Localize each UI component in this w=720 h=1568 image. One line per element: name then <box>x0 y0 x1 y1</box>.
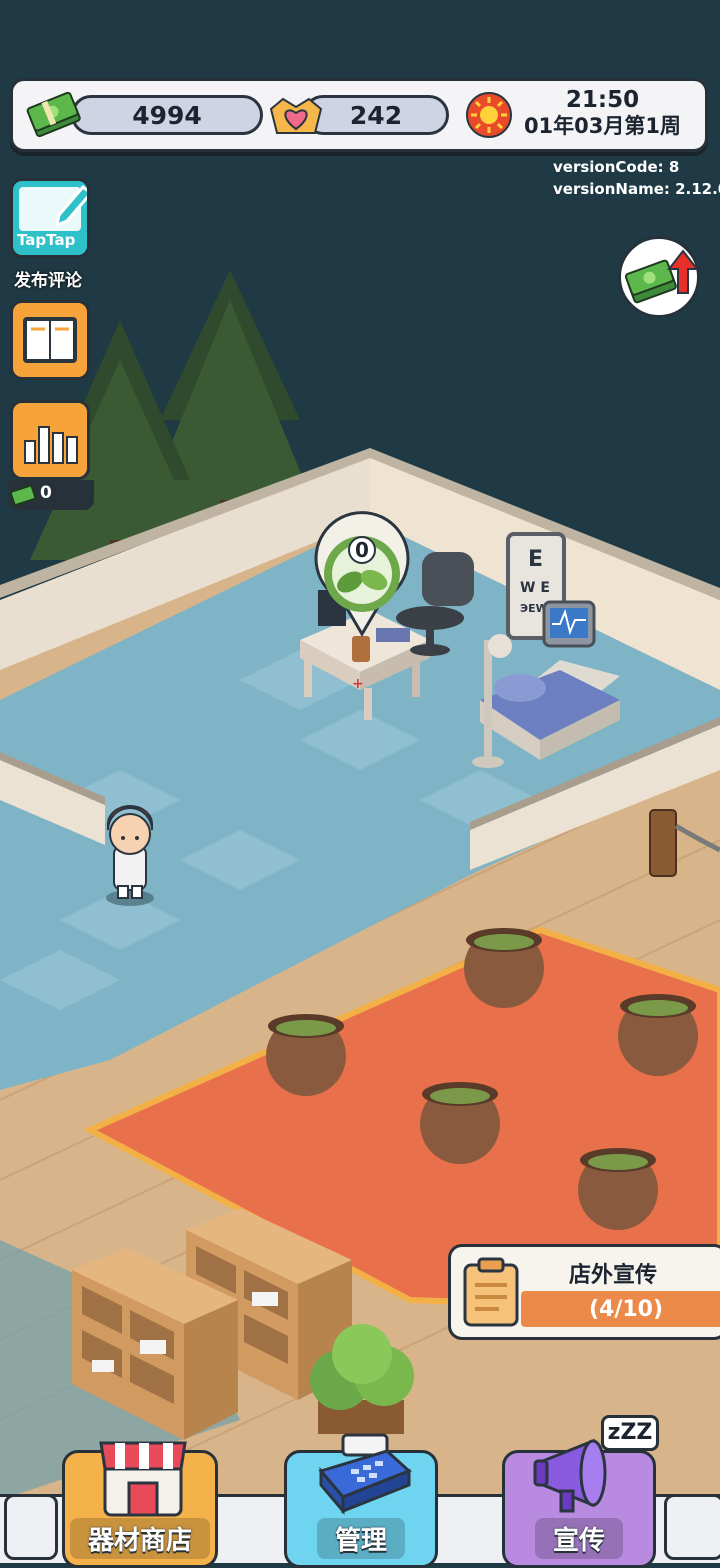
cash-small-icon <box>10 484 37 506</box>
bar-chart-icon <box>24 426 78 464</box>
svg-text:W E: W E <box>520 580 550 596</box>
desk-bubble-count: 0 <box>348 536 376 564</box>
nav-left-edge <box>4 1494 58 1560</box>
herb-pot[interactable] <box>618 994 698 1076</box>
nav-right-edge <box>664 1494 720 1560</box>
guide-book-button[interactable] <box>10 300 90 380</box>
sleep-indicator: zZZ <box>601 1415 659 1451</box>
herb-pot[interactable] <box>266 1014 346 1096</box>
cash-counter[interactable]: 4994 <box>71 95 263 135</box>
clock-time: 21:50 <box>565 87 640 113</box>
taptap-logo-text: TapTap <box>17 231 76 249</box>
shop-stall-icon <box>99 1441 187 1517</box>
herb-pot[interactable] <box>464 928 544 1008</box>
top-status-bar: 4994 242 21:50 01年03月第1周 <box>10 78 708 152</box>
clock-date: 01年03月第1周 <box>523 114 681 138</box>
clipboard-icon <box>463 1257 519 1327</box>
game-clock: 21:50 01年03月第1周 <box>524 87 681 139</box>
street-promotion-panel[interactable]: 店外宣传 (4/10) <box>448 1244 720 1340</box>
gem-value: 242 <box>349 100 403 130</box>
money-up-arrow-icon <box>625 249 697 304</box>
manage-label: 管理 <box>316 1518 406 1559</box>
herb-pot[interactable] <box>420 1082 500 1164</box>
promotion-progress-bar: (4/10) <box>521 1291 720 1327</box>
promotion-progress: (4/10) <box>588 1296 664 1322</box>
taptap-review-button[interactable]: TapTap <box>10 178 90 258</box>
stats-button[interactable] <box>10 400 90 480</box>
promote-label: 宣传 <box>534 1518 624 1559</box>
cash-value: 4994 <box>132 100 202 130</box>
book-icon <box>23 317 77 363</box>
version-info: versionCode: 8 versionName: 2.12.0 <box>553 156 720 200</box>
cash-stack-icon <box>26 91 81 138</box>
svg-text:+: + <box>352 676 364 692</box>
manage-button[interactable]: 管理 <box>284 1433 438 1568</box>
review-label: 发布评论 <box>14 271 82 291</box>
version-name: versionName: 2.12.0 <box>553 180 720 198</box>
sun-icon[interactable] <box>465 91 513 139</box>
stats-income-badge: 0 <box>8 480 94 510</box>
heart-crown-icon <box>269 97 323 134</box>
cash-register-icon <box>318 1433 412 1515</box>
income-boost-button[interactable] <box>618 236 700 318</box>
equipment-shop-label: 器材商店 <box>69 1518 211 1559</box>
stats-count: 0 <box>40 483 52 503</box>
equipment-shop-button[interactable]: 器材商店 <box>62 1441 218 1568</box>
promotion-title: 店外宣传 <box>569 1263 658 1288</box>
svg-text:E: E <box>528 547 543 572</box>
herb-pot[interactable] <box>578 1148 658 1230</box>
promote-button[interactable]: zZZ 宣传 <box>502 1415 659 1568</box>
version-code: versionCode: 8 <box>553 158 680 176</box>
